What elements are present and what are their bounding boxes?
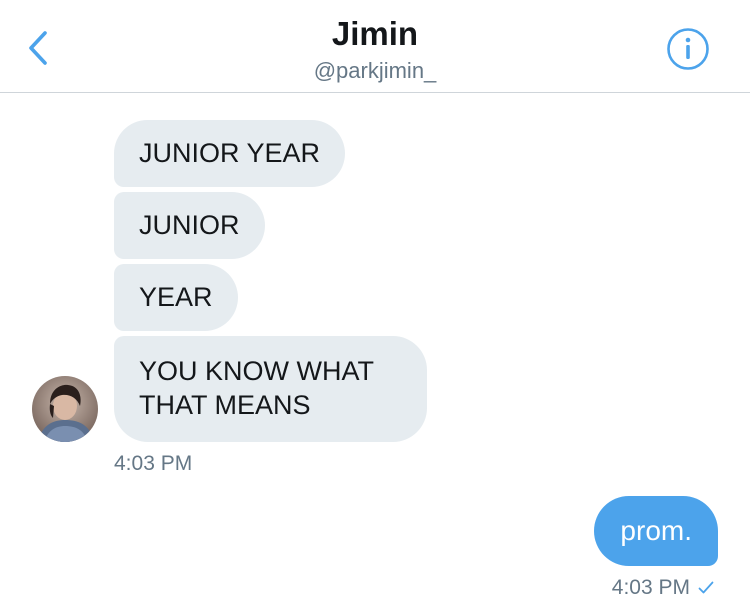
avatar[interactable] [32,376,98,442]
contact-name[interactable]: Jimin [0,14,750,54]
sent-message[interactable]: prom. [594,496,718,566]
info-icon [667,28,709,70]
sent-meta: 4:03 PM [612,576,714,600]
received-message[interactable]: YOU KNOW WHAT THAT MEANS [114,336,427,442]
received-message[interactable]: JUNIOR [114,192,265,259]
contact-handle: @parkjimin_ [313,58,437,83]
received-timestamp: 4:03 PM [114,452,193,475]
avatar-image [32,376,98,442]
received-message[interactable]: YEAR [114,264,238,331]
conversation-header: Jimin @parkjimin_ [0,0,750,93]
sent-timestamp: 4:03 PM [611,576,690,599]
received-message[interactable]: JUNIOR YEAR [114,120,346,187]
info-button[interactable] [665,26,711,72]
conversation-title-block: Jimin @parkjimin_ [0,14,750,86]
checkmark-icon [698,581,714,594]
